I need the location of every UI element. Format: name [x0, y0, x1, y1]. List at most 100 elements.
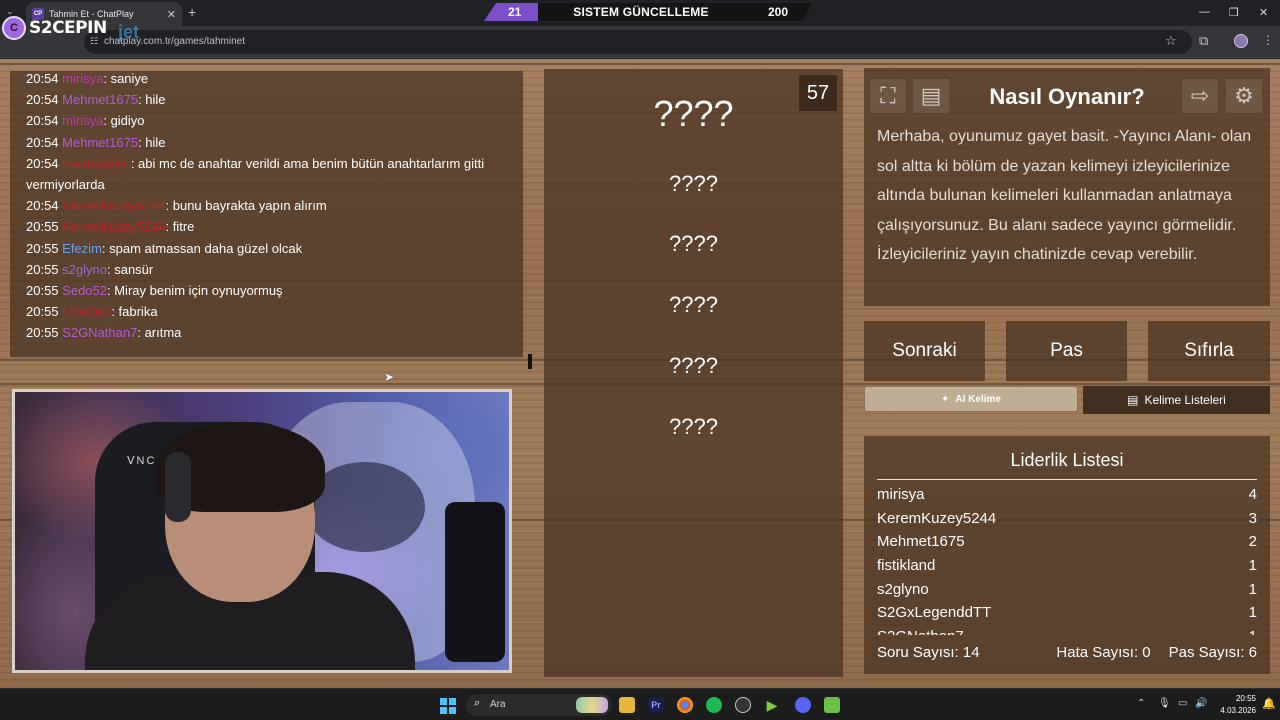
microphone — [445, 502, 505, 662]
exit-icon[interactable]: ⇨ — [1182, 79, 1218, 113]
discord-icon[interactable] — [795, 697, 811, 713]
clock-time: 20:55 — [1235, 694, 1256, 703]
browser-tabstrip: ⌄ CP Tahmin Et - ChatPlay ✕ + 21 SISTEM … — [0, 0, 1280, 26]
chat-message: 20:55 s2glyno: sansür — [26, 259, 512, 280]
leaderboard-row: Mehmet1675 2 — [877, 530, 1257, 554]
chat-username[interactable]: mirisya — [62, 113, 103, 128]
leaderboard-list[interactable]: mirisya 4 KeremKuzey5244 3 Mehmet1675 2 fistik… — [877, 483, 1257, 635]
notification-bell-icon[interactable]: 🔔 — [1262, 697, 1276, 710]
chat-username[interactable]: Mehmet1675 — [62, 135, 138, 150]
chat-message: 20:55 Sedo52: Miray benim için oynuyormu… — [26, 280, 512, 301]
chat-timestamp: 20:55 — [26, 240, 59, 256]
player-name: S2GNathan7 — [877, 628, 964, 635]
chat-username[interactable]: Efezim — [62, 241, 102, 256]
close-tab-icon[interactable]: ✕ — [167, 8, 176, 21]
player-name: mirisya — [877, 486, 925, 504]
chat-timestamp: 20:54 — [26, 113, 59, 129]
leaderboard-row: s2glyno 1 — [877, 577, 1257, 601]
notes-icon[interactable]: ▤ — [913, 79, 949, 113]
avatar[interactable] — [1234, 34, 1248, 48]
chat-username[interactable]: Mehmet1675 — [62, 92, 138, 107]
list-icon: ▤ — [1127, 393, 1139, 407]
ai-word-button[interactable]: ✦ AI Kelime — [864, 386, 1078, 412]
chat-message: 20:54 mirisya: gidiyo — [26, 110, 512, 131]
chat-username[interactable]: s2glyno — [62, 262, 107, 277]
more-vertical-icon[interactable]: ⋮ — [1262, 33, 1274, 47]
player-name: fistikland — [877, 557, 936, 575]
player-score: 2 — [1248, 533, 1257, 551]
restore-icon[interactable]: ❐ — [1229, 6, 1239, 19]
chat-username[interactable]: mustafakilin — [62, 156, 131, 171]
chat-text: : bunu bayrakta yapın alırım — [165, 198, 327, 214]
banner-right-number: 200 — [768, 5, 789, 19]
spotify-icon[interactable] — [706, 697, 722, 713]
chat-text: : spam atmassan daha güzel olcak — [101, 240, 303, 256]
bookmark-star-icon[interactable]: ☆ — [1165, 33, 1177, 49]
fullscreen-icon[interactable]: ⛶ — [870, 79, 906, 113]
new-tab-plus-icon[interactable]: + — [188, 4, 196, 20]
windows-start-icon[interactable] — [440, 698, 456, 714]
chat-message: 20:55 Efezim: spam atmassan daha güzel o… — [26, 238, 512, 259]
chat-message: 20:55 S2GNathan7: arıtma — [26, 322, 512, 343]
words-panel: 57 ???? ???? ???? ???? ???? ???? — [544, 69, 843, 677]
close-window-icon[interactable]: ✕ — [1259, 6, 1268, 19]
minimize-icon[interactable]: — — [1199, 6, 1210, 18]
chat-timestamp: 20:55 — [26, 304, 59, 320]
player-score: 1 — [1248, 580, 1257, 598]
chat-message: 20:54 mustafakilin: abi mc de anahtar ve… — [26, 153, 512, 195]
chat-username[interactable]: KeremKuzey5244 — [62, 198, 165, 213]
chat-username[interactable]: S2GNathan7 — [62, 325, 137, 340]
microphone-icon[interactable]: 🎙 — [1158, 698, 1171, 709]
chat-message: 20:54 KeremKuzey5244: bunu bayrakta yapı… — [26, 195, 512, 216]
how-to-play-text: Merhaba, oyunumuz gayet basit. -Yayıncı … — [877, 128, 1252, 264]
taskbar-clock[interactable]: 20:55 4.03.2026 — [1212, 693, 1256, 717]
chevron-up-icon[interactable]: ⌃ — [1137, 698, 1145, 709]
ai-sparkle-icon: ✦ — [941, 393, 950, 405]
game-stats: Soru Sayısı: 14 Hata Sayısı: 0 Pas Sayıs… — [877, 644, 1257, 661]
chat-username[interactable]: mirisya — [62, 71, 103, 86]
how-to-play-panel: ⛶ ▤ Nasıl Oynanır? ⇨ ⚙ Merhaba, oyunumuz… — [864, 68, 1270, 306]
chat-panel[interactable]: 20:54 mirisya: saniye 20:54 Mehmet1675: h… — [10, 71, 532, 369]
chat-text: : fabrika — [111, 304, 158, 320]
pass-button[interactable]: Pas — [1006, 321, 1127, 381]
banner-left-number: 21 — [508, 5, 522, 19]
search-highlight-image — [576, 697, 608, 713]
address-bar[interactable]: ☷ chatplay.com.tr/games/tahminet — [84, 30, 1192, 54]
chat-text: : saniye — [103, 71, 149, 86]
chat-timestamp: 20:54 — [26, 92, 59, 108]
search-icon: ⌕ — [474, 697, 481, 709]
app-cube-icon[interactable] — [824, 697, 840, 713]
sponsor-watermark: jet — [118, 22, 140, 42]
player-name: Mehmet1675 — [877, 533, 965, 551]
player-score: 1 — [1249, 628, 1257, 635]
network-icon[interactable]: ▭ — [1178, 698, 1187, 709]
reset-button[interactable]: Sıfırla — [1148, 321, 1270, 381]
hidden-main-word: ???? — [653, 93, 734, 134]
volume-icon[interactable]: 🔊 — [1195, 698, 1207, 709]
chat-scrollbar[interactable] — [528, 354, 532, 369]
how-to-play-title: Nasıl Oynanır? — [989, 84, 1145, 109]
banner-title: SISTEM GÜNCELLEME — [573, 5, 709, 19]
obs-icon[interactable] — [735, 697, 751, 713]
taskbar-search[interactable]: ⌕ Ara — [466, 694, 612, 716]
puzzle-icon[interactable]: ⧉ — [1199, 33, 1208, 49]
file-explorer-icon[interactable] — [619, 697, 635, 713]
chat-username[interactable]: Sedo52 — [62, 283, 107, 298]
hidden-word: ???? — [669, 231, 718, 256]
word-lists-button[interactable]: ▤ Kelime Listeleri — [1083, 386, 1270, 414]
player-name: S2GxLegenddTT — [877, 604, 992, 622]
play-icon[interactable]: ▶ — [764, 697, 780, 713]
next-button[interactable]: Sonraki — [864, 321, 985, 381]
chat-text: : hile — [138, 134, 166, 150]
error-count: Hata Sayısı: 0 — [1056, 644, 1151, 661]
chat-text: : gidiyo — [103, 113, 145, 129]
chat-username[interactable]: KeremKuzey5244 — [62, 219, 165, 234]
premiere-icon[interactable]: Pr — [648, 697, 664, 713]
chat-username[interactable]: LHaKaN — [62, 304, 111, 319]
game-page: 20:54 mirisya: saniye 20:54 Mehmet1675: h… — [0, 59, 1280, 688]
gear-icon[interactable]: ⚙ — [1226, 79, 1262, 113]
question-count: Soru Sayısı: 14 — [877, 644, 980, 661]
chrome-icon[interactable] — [677, 697, 693, 713]
headphones — [165, 452, 191, 522]
player-score: 1 — [1248, 557, 1257, 575]
